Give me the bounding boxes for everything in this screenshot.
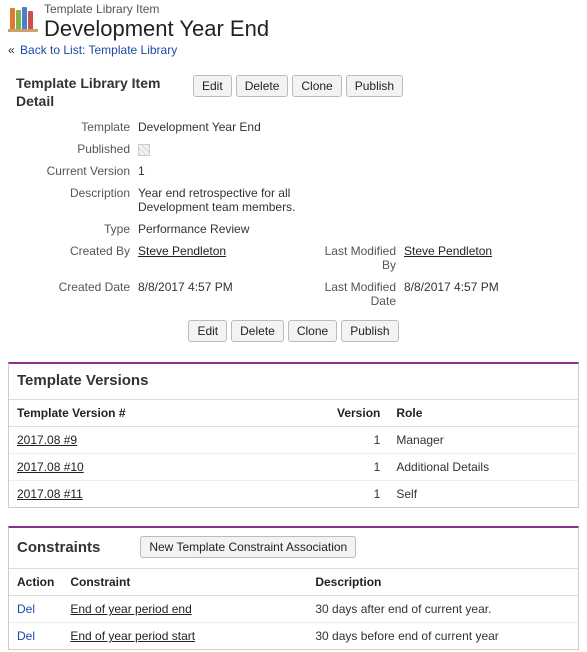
constraints-panel: Constraints New Template Constraint Asso… [8, 526, 579, 650]
back-to-list-link[interactable]: Back to List: Template Library [20, 43, 177, 57]
version-link[interactable]: 2017.08 #9 [17, 433, 77, 447]
table-row: Del End of year period start 30 days bef… [9, 623, 578, 650]
value-created-date: 8/8/2017 4:57 PM [138, 280, 308, 294]
publish-button[interactable]: Publish [346, 75, 403, 97]
last-modified-by-link[interactable]: Steve Pendleton [404, 244, 492, 258]
clone-button-bottom[interactable]: Clone [288, 320, 337, 342]
library-icon [8, 2, 38, 37]
label-template: Template [8, 120, 138, 134]
value-current-version: 1 [138, 164, 308, 178]
value-description: Year end retrospective for all Developme… [138, 186, 308, 214]
template-versions-title: Template Versions [17, 372, 148, 389]
breadcrumb: « Back to List: Template Library [8, 43, 579, 57]
col-version: Version [329, 400, 388, 427]
table-row: 2017.08 #11 1 Self [9, 481, 578, 508]
role-value: Additional Details [388, 454, 578, 481]
template-versions-panel: Template Versions Template Version # Ver… [8, 362, 579, 508]
value-type: Performance Review [138, 222, 308, 236]
label-type: Type [8, 222, 138, 236]
constraints-title: Constraints [17, 539, 100, 556]
published-checkbox [138, 144, 150, 156]
col-description: Description [307, 569, 578, 596]
del-link[interactable]: Del [17, 602, 35, 616]
publish-button-bottom[interactable]: Publish [341, 320, 398, 342]
value-template: Development Year End [138, 120, 308, 134]
page-type: Template Library Item [44, 2, 269, 16]
edit-button-bottom[interactable]: Edit [188, 320, 227, 342]
version-value: 1 [329, 481, 388, 508]
label-created-by: Created By [8, 244, 138, 258]
delete-button-bottom[interactable]: Delete [231, 320, 284, 342]
new-constraint-button[interactable]: New Template Constraint Association [140, 536, 356, 558]
del-link[interactable]: Del [17, 629, 35, 643]
constraint-link[interactable]: End of year period start [70, 629, 195, 643]
page-title: Development Year End [44, 16, 269, 41]
edit-button[interactable]: Edit [193, 75, 232, 97]
clone-button[interactable]: Clone [292, 75, 341, 97]
back-caret: « [8, 43, 15, 57]
value-last-modified-date: 8/8/2017 4:57 PM [404, 280, 579, 294]
constraint-description: 30 days after end of current year. [307, 596, 578, 623]
role-value: Self [388, 481, 578, 508]
col-action: Action [9, 569, 62, 596]
delete-button[interactable]: Delete [236, 75, 289, 97]
label-description: Description [8, 186, 138, 200]
version-value: 1 [329, 427, 388, 454]
version-link[interactable]: 2017.08 #10 [17, 460, 84, 474]
created-by-link[interactable]: Steve Pendleton [138, 244, 226, 258]
version-link[interactable]: 2017.08 #11 [17, 487, 83, 501]
label-last-modified-date: Last Modified Date [308, 280, 404, 308]
col-constraint: Constraint [62, 569, 307, 596]
label-current-version: Current Version [8, 164, 138, 178]
col-role: Role [388, 400, 578, 427]
label-created-date: Created Date [8, 280, 138, 294]
detail-section-title: Template Library Item Detail [8, 75, 193, 110]
label-published: Published [8, 142, 138, 156]
table-row: Del End of year period end 30 days after… [9, 596, 578, 623]
constraint-link[interactable]: End of year period end [70, 602, 191, 616]
role-value: Manager [388, 427, 578, 454]
version-value: 1 [329, 454, 388, 481]
table-row: 2017.08 #9 1 Manager [9, 427, 578, 454]
table-row: 2017.08 #10 1 Additional Details [9, 454, 578, 481]
col-version-number: Template Version # [9, 400, 329, 427]
constraint-description: 30 days before end of current year [307, 623, 578, 650]
label-last-modified-by: Last Modified By [308, 244, 404, 272]
